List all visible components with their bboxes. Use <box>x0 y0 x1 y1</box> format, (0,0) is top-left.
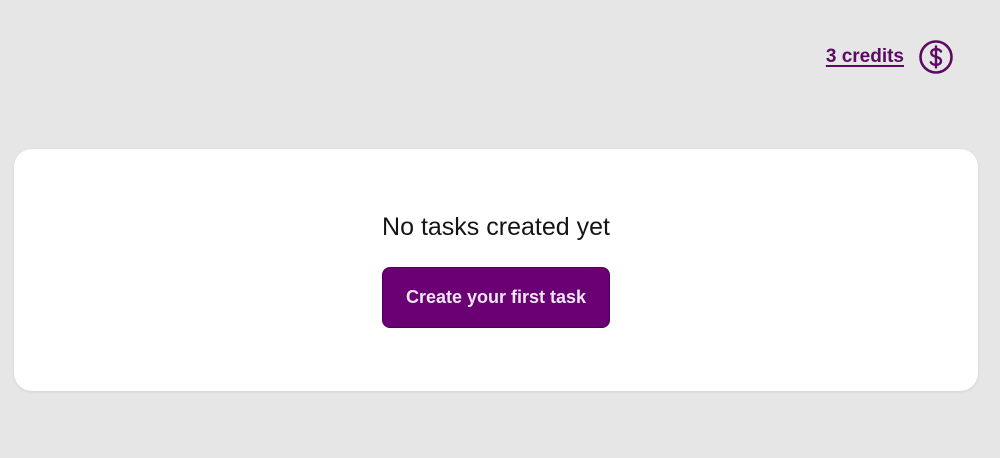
credits-link[interactable]: 3 credits <box>826 46 904 68</box>
dollar-circle-icon[interactable] <box>918 39 954 75</box>
empty-state-message: No tasks created yet <box>382 213 610 241</box>
credits-bar: 3 credits <box>826 39 954 75</box>
create-first-task-button[interactable]: Create your first task <box>382 267 610 328</box>
empty-state-card: No tasks created yet Create your first t… <box>14 149 978 391</box>
